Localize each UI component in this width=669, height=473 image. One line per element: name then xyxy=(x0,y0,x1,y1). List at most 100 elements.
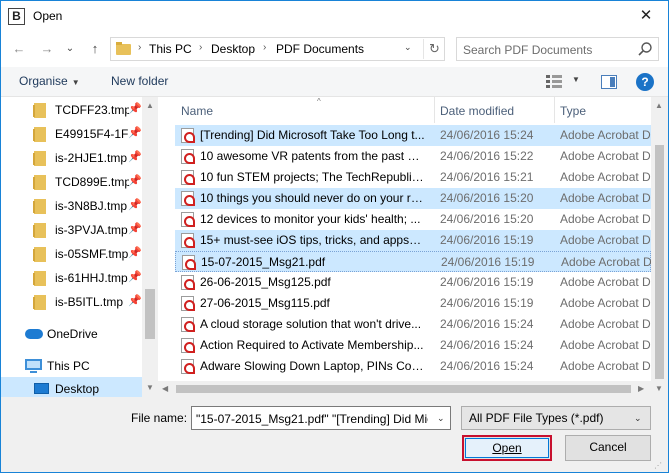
navigation-bar: ← → ⌄ ↑ › This PC › Desktop › PDF Docume… xyxy=(1,31,668,67)
back-arrow-icon[interactable]: ← xyxy=(9,39,29,59)
file-list-horizontal-scrollbar[interactable]: ◀ ▶ xyxy=(158,381,651,397)
file-name: [Trending] Did Microsoft Take Too Long t… xyxy=(200,128,425,142)
quick-access-item[interactable]: is-B5ITL.tmp 📌 xyxy=(1,290,143,314)
open-button[interactable]: Open xyxy=(462,435,552,461)
pin-icon: 📌 xyxy=(128,223,142,235)
file-type-select[interactable]: All PDF File Types (*.pdf) ⌄ xyxy=(461,406,651,430)
file-type: Adobe Acrobat D xyxy=(560,233,651,247)
quick-access-item[interactable]: is-3N8BJ.tmp 📌 xyxy=(1,194,143,218)
address-dropdown-icon[interactable]: ⌄ xyxy=(404,42,412,53)
caret-down-icon: ▼ xyxy=(71,78,80,87)
file-date-modified: 24/06/2016 15:20 xyxy=(440,212,534,226)
file-row[interactable]: Adware Slowing Down Laptop, PINs Coul...… xyxy=(175,356,651,377)
quick-access-item[interactable]: TCD899E.tmp 📌 xyxy=(1,170,143,194)
new-folder-button[interactable]: New folder xyxy=(111,74,168,88)
column-header-name[interactable]: Name ^ xyxy=(175,97,435,123)
file-row[interactable]: [Trending] Did Microsoft Take Too Long t… xyxy=(175,125,651,146)
file-row[interactable]: 27-06-2015_Msg115.pdf 24/06/2016 15:19 Ado… xyxy=(175,293,651,314)
pdf-file-icon xyxy=(181,191,195,206)
sidebar-item-label: This PC xyxy=(47,359,90,373)
file-list-vertical-scrollbar[interactable]: ▲ ▼ xyxy=(651,97,668,397)
chevron-right-icon[interactable]: › xyxy=(138,42,141,53)
quick-access-item[interactable]: TCDFF23.tmp 📌 xyxy=(1,98,143,122)
pdf-file-icon xyxy=(181,233,195,248)
file-name-combobox[interactable]: ⌄ xyxy=(191,406,451,430)
folder-icon xyxy=(33,295,46,310)
quick-access-item[interactable]: is-61HHJ.tmp 📌 xyxy=(1,266,143,290)
forward-arrow-icon[interactable]: → xyxy=(37,39,57,59)
recent-locations-chevron-icon[interactable]: ⌄ xyxy=(63,39,77,59)
file-date-modified: 24/06/2016 15:21 xyxy=(440,170,534,184)
close-icon[interactable]: ✕ xyxy=(626,3,666,29)
quick-access-item[interactable]: E49915F4-1F5 📌 xyxy=(1,122,143,146)
quick-access-item[interactable]: is-3PVJA.tmp 📌 xyxy=(1,218,143,242)
quick-access-item-label: TCDFF23.tmp xyxy=(55,103,129,117)
file-row[interactable]: 12 devices to monitor your kids' health;… xyxy=(175,209,651,230)
search-icon[interactable] xyxy=(637,41,653,57)
resize-grip-icon[interactable]: ⋰ xyxy=(654,461,664,471)
search-input[interactable] xyxy=(463,42,628,58)
scroll-right-arrow-icon[interactable]: ▶ xyxy=(638,384,644,393)
quick-access-item[interactable]: is-05SMF.tmp 📌 xyxy=(1,242,143,266)
scrollbar-thumb[interactable] xyxy=(655,145,664,379)
column-header-type[interactable]: Type xyxy=(554,97,651,123)
address-bar[interactable]: › This PC › Desktop › PDF Documents ⌄ ↻ xyxy=(110,37,445,61)
chevron-down-icon[interactable]: ⌄ xyxy=(437,413,445,424)
pin-icon: 📌 xyxy=(128,151,142,163)
organise-button[interactable]: Organise ▼ xyxy=(19,74,80,88)
file-type: Adobe Acrobat D xyxy=(560,317,651,331)
file-row[interactable]: 15+ must-see iOS tips, tricks, and apps_… xyxy=(175,230,651,251)
file-name-input[interactable] xyxy=(196,411,428,427)
help-icon[interactable]: ? xyxy=(636,73,654,91)
scrollbar-thumb[interactable] xyxy=(176,385,631,393)
file-name: 12 devices to monitor your kids' health;… xyxy=(200,212,421,226)
pdf-file-icon xyxy=(181,170,195,185)
file-row[interactable]: 26-06-2015_Msg125.pdf 24/06/2016 15:19 Ado… xyxy=(175,272,651,293)
scroll-up-arrow-icon[interactable]: ▲ xyxy=(146,101,154,110)
file-row[interactable]: 10 awesome VR patents from the past 25 .… xyxy=(175,146,651,167)
file-row[interactable]: 10 things you should never do on your re… xyxy=(175,188,651,209)
view-options-icon[interactable] xyxy=(546,75,562,88)
pdf-file-icon xyxy=(181,359,195,374)
chevron-right-icon[interactable]: › xyxy=(199,42,202,53)
scroll-left-arrow-icon[interactable]: ◀ xyxy=(162,384,168,393)
folder-icon xyxy=(33,199,46,214)
file-date-modified: 24/06/2016 15:19 xyxy=(440,275,534,289)
file-row[interactable]: A cloud storage solution that won't driv… xyxy=(175,314,651,335)
sidebar-item-onedrive[interactable]: OneDrive xyxy=(1,322,143,346)
scrollbar-thumb[interactable] xyxy=(145,289,155,339)
file-type: Adobe Acrobat D xyxy=(560,191,651,205)
breadcrumb-desktop[interactable]: Desktop xyxy=(211,42,255,56)
cancel-button[interactable]: Cancel xyxy=(565,435,651,461)
desktop-icon xyxy=(34,383,49,394)
sidebar-item-this-pc[interactable]: This PC xyxy=(1,354,143,378)
chevron-right-icon[interactable]: › xyxy=(263,42,266,53)
view-dropdown-icon[interactable]: ▼ xyxy=(572,75,580,84)
up-arrow-icon[interactable]: ↑ xyxy=(85,39,105,59)
column-header-date[interactable]: Date modified xyxy=(434,97,554,123)
breadcrumb-this-pc[interactable]: This PC xyxy=(149,42,192,56)
preview-pane-icon[interactable] xyxy=(601,75,617,89)
refresh-icon[interactable]: ↻ xyxy=(423,39,445,59)
command-toolbar: Organise ▼ New folder ▼ ? xyxy=(1,67,668,97)
file-row[interactable]: 10 fun STEM projects; The TechRepublic .… xyxy=(175,167,651,188)
navigation-pane-scrollbar[interactable]: ▲ ▼ xyxy=(142,97,158,397)
scroll-down-arrow-icon[interactable]: ▼ xyxy=(655,384,663,393)
quick-access-item[interactable]: is-2HJE1.tmp 📌 xyxy=(1,146,143,170)
search-box[interactable] xyxy=(456,37,659,61)
folder-icon xyxy=(33,271,46,286)
quick-access-item-label: is-61HHJ.tmp xyxy=(55,271,128,285)
folder-icon xyxy=(33,151,46,166)
open-button-label: Open xyxy=(492,441,522,455)
file-date-modified: 24/06/2016 15:19 xyxy=(440,233,534,247)
open-dialog: B Open ✕ ← → ⌄ ↑ › This PC › Desktop › P… xyxy=(0,0,669,473)
scroll-up-arrow-icon[interactable]: ▲ xyxy=(655,101,663,110)
column-header-label: Date modified xyxy=(440,104,515,118)
file-row[interactable]: Action Required to Activate Membership..… xyxy=(175,335,651,356)
breadcrumb-pdf-documents[interactable]: PDF Documents xyxy=(276,42,364,56)
file-row[interactable]: 15-07-2015_Msg21.pdf 24/06/2016 15:19 Adob… xyxy=(175,251,652,272)
file-date-modified: 24/06/2016 15:24 xyxy=(440,128,534,142)
file-name: Action Required to Activate Membership..… xyxy=(200,338,424,352)
sidebar-item-desktop[interactable]: Desktop xyxy=(1,377,143,397)
scroll-down-arrow-icon[interactable]: ▼ xyxy=(146,383,154,392)
